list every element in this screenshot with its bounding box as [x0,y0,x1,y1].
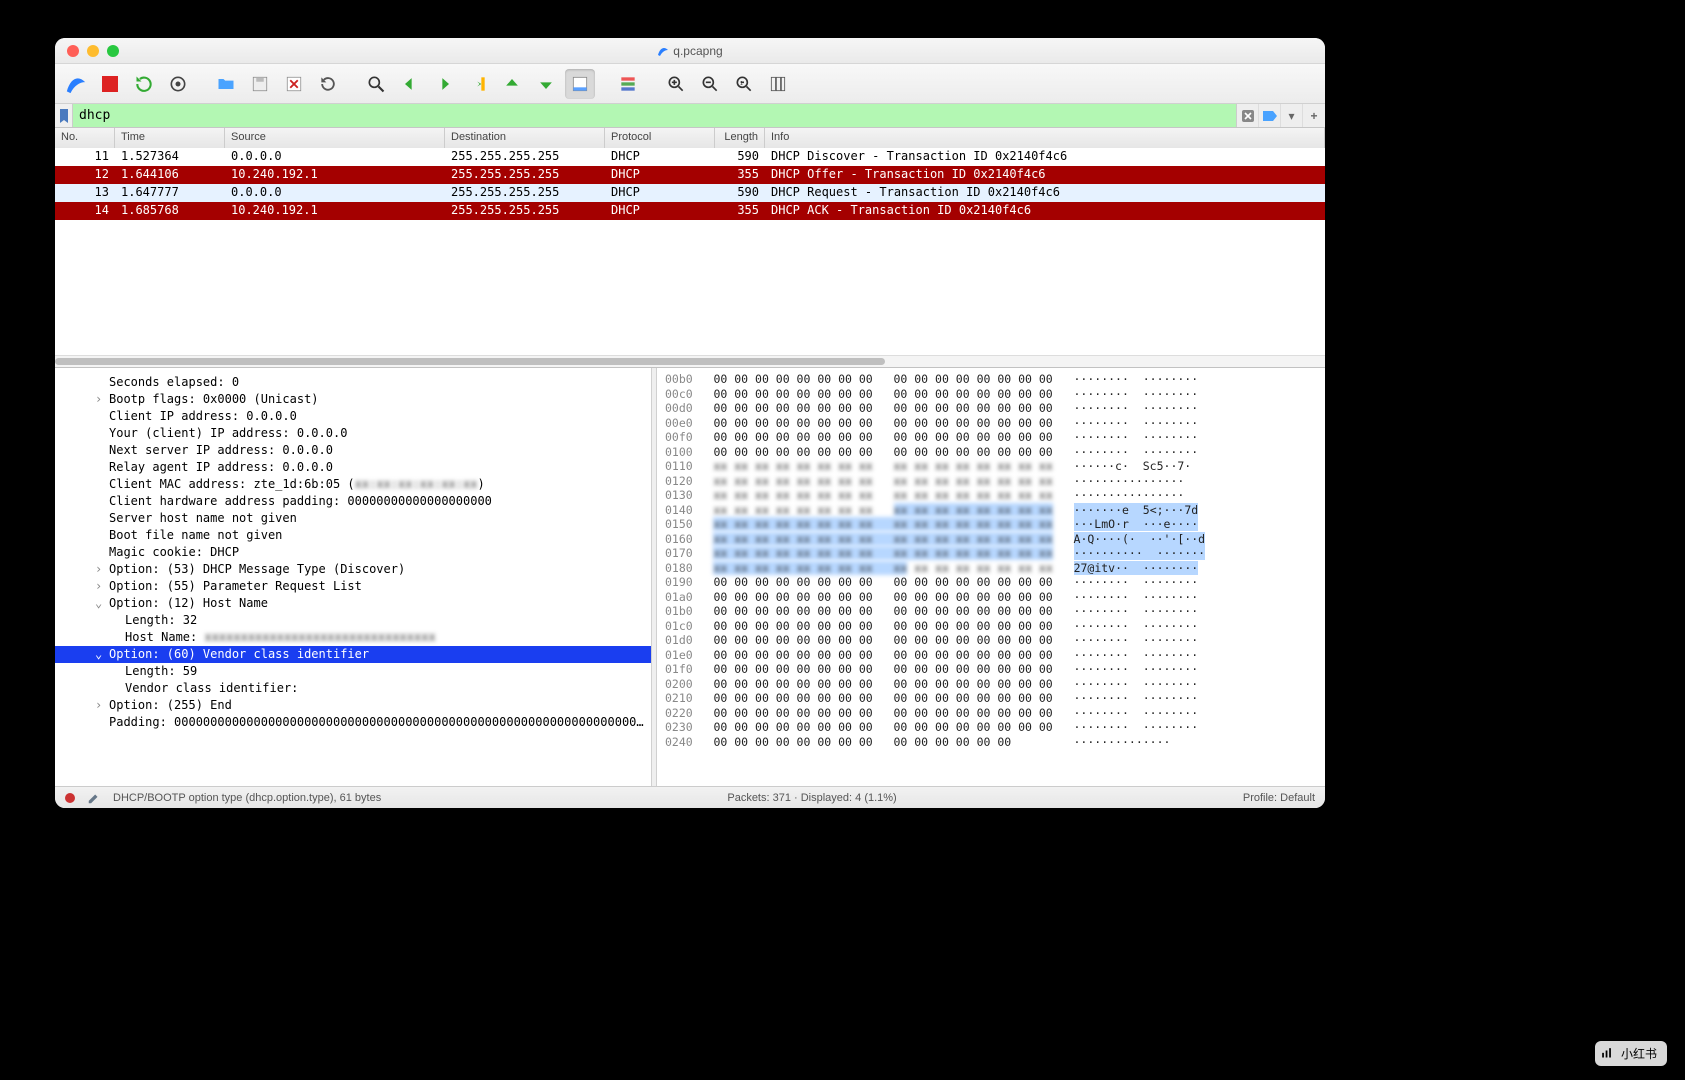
detail-row[interactable]: ›Option: (55) Parameter Request List [55,578,651,595]
display-filter-bar: ▾ + [55,104,1325,128]
packet-row[interactable]: 121.64410610.240.192.1255.255.255.255DHC… [55,166,1325,184]
packet-bytes-pane[interactable]: 00b0 00 00 00 00 00 00 00 00 00 00 00 00… [657,368,1325,786]
go-first-button[interactable] [497,69,527,99]
go-forward-button[interactable] [429,69,459,99]
status-mid-text: Packets: 371 · Displayed: 4 (1.1%) [727,792,896,804]
zoom-reset-button[interactable]: 1 [729,69,759,99]
app-window: q.pcapng 1 [55,38,1325,808]
clear-filter-button[interactable] [1237,104,1259,127]
svg-text:1: 1 [740,80,743,86]
window-title: q.pcapng [55,44,1325,58]
stop-capture-button[interactable] [95,69,125,99]
titlebar: q.pcapng [55,38,1325,64]
detail-row[interactable]: Padding: 0000000000000000000000000000000… [55,714,651,731]
filter-bookmark-button[interactable] [55,104,73,127]
detail-row[interactable]: Your (client) IP address: 0.0.0.0 [55,425,651,442]
auto-scroll-button[interactable] [565,69,595,99]
detail-row[interactable]: ›Bootp flags: 0x0000 (Unicast) [55,391,651,408]
packet-row[interactable]: 141.68576810.240.192.1255.255.255.255DHC… [55,202,1325,220]
detail-row[interactable]: Next server IP address: 0.0.0.0 [55,442,651,459]
detail-row[interactable]: Length: 32 [55,612,651,629]
add-filter-button[interactable]: + [1303,104,1325,127]
packet-row[interactable]: 131.6477770.0.0.0255.255.255.255DHCP590D… [55,184,1325,202]
minimize-window-button[interactable] [87,45,99,57]
detail-row[interactable]: Vendor class identifier: [55,680,651,697]
packet-list-body[interactable]: 111.5273640.0.0.0255.255.255.255DHCP590D… [55,148,1325,355]
detail-row[interactable]: Client MAC address: zte_1d:6b:05 (xx:xx:… [55,476,651,493]
packet-row[interactable]: 111.5273640.0.0.0255.255.255.255DHCP590D… [55,148,1325,166]
detail-row[interactable]: Client hardware address padding: 0000000… [55,493,651,510]
detail-row[interactable]: ⌄Option: (60) Vendor class identifier [55,646,651,663]
shark-fin-icon[interactable] [61,69,91,99]
packet-list-header[interactable]: No. Time Source Destination Protocol Len… [55,128,1325,148]
capture-options-button[interactable] [163,69,193,99]
packet-list-pane: No. Time Source Destination Protocol Len… [55,128,1325,368]
detail-row[interactable]: Seconds elapsed: 0 [55,374,651,391]
fullscreen-window-button[interactable] [107,45,119,57]
detail-row[interactable]: Client IP address: 0.0.0.0 [55,408,651,425]
main-toolbar: 1 [55,64,1325,104]
go-last-button[interactable] [531,69,561,99]
detail-row[interactable]: Server host name not given [55,510,651,527]
colorize-button[interactable] [613,69,643,99]
detail-row[interactable]: Relay agent IP address: 0.0.0.0 [55,459,651,476]
detail-row[interactable]: ›Option: (255) End [55,697,651,714]
zoom-out-button[interactable] [695,69,725,99]
open-file-button[interactable] [211,69,241,99]
detail-row[interactable]: Magic cookie: DHCP [55,544,651,561]
close-window-button[interactable] [67,45,79,57]
filter-history-button[interactable]: ▾ [1281,104,1303,127]
horizontal-scrollbar[interactable] [55,355,1325,367]
detail-row[interactable]: Boot file name not given [55,527,651,544]
status-right-text[interactable]: Profile: Default [1243,792,1315,804]
go-to-packet-button[interactable] [463,69,493,99]
detail-row[interactable]: ⌄Option: (12) Host Name [55,595,651,612]
detail-row[interactable]: Host Name: xxxxxxxxxxxxxxxxxxxxxxxxxxxxx… [55,629,651,646]
save-file-button[interactable] [245,69,275,99]
restart-capture-button[interactable] [129,69,159,99]
find-packet-button[interactable] [361,69,391,99]
display-filter-input[interactable] [73,104,1236,127]
resize-columns-button[interactable] [763,69,793,99]
detail-row[interactable]: ›Option: (53) DHCP Message Type (Discove… [55,561,651,578]
packet-details-pane[interactable]: Seconds elapsed: 0›Bootp flags: 0x0000 (… [55,368,651,808]
watermark-badge: 小红书 [1595,1041,1667,1066]
go-back-button[interactable] [395,69,425,99]
close-file-button[interactable] [279,69,309,99]
reload-file-button[interactable] [313,69,343,99]
zoom-in-button[interactable] [661,69,691,99]
detail-row[interactable]: Length: 59 [55,663,651,680]
apply-filter-button[interactable] [1259,104,1281,127]
